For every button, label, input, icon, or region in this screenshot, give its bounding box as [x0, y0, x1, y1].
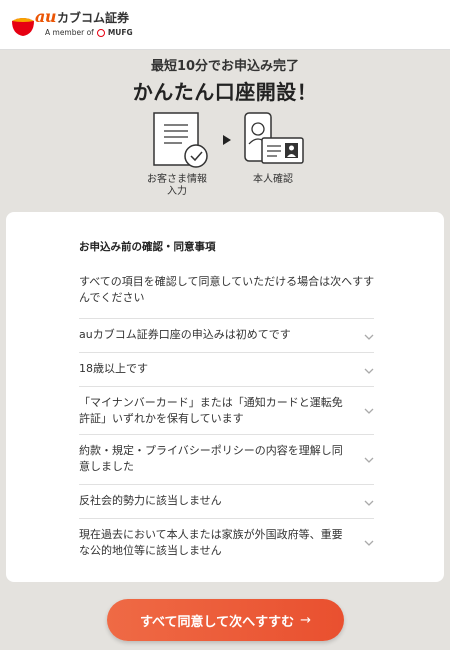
step-label-identity: 本人確認	[253, 174, 293, 185]
consent-item-foreign-pep[interactable]: 現在過去において本人または家族が外国政府等、重要な公的地位等に該当しません	[79, 518, 374, 567]
agree-all-next-button[interactable]: すべて同意して次へすすむ →	[107, 599, 344, 641]
chevron-down-icon	[364, 500, 374, 506]
member-of-mufg: A member of MUFG	[45, 28, 133, 37]
chevron-down-icon	[364, 408, 374, 414]
form-checklist-icon	[153, 112, 208, 168]
consent-item-first-application[interactable]: auカブコム証券口座の申込みは初めてです	[79, 318, 374, 353]
member-group: MUFG	[107, 28, 133, 37]
chevron-down-icon	[364, 368, 374, 374]
arrow-right-icon: →	[300, 612, 312, 628]
consent-title: お申込み前の確認・同意事項	[79, 241, 216, 253]
mufg-logo-icon	[96, 28, 105, 37]
hero-subtitle: 最短10分でお申込み完了	[150, 59, 300, 74]
brand-logo-icon[interactable]	[10, 12, 36, 38]
logo-au-text: au	[35, 7, 57, 26]
process-steps: お客さま情報 入力 本人確認	[0, 112, 450, 207]
logo-brand-name: カブコム証券	[57, 11, 130, 25]
consent-item-label: 現在過去において本人または家族が外国政府等、重要な公的地位等に該当しません	[79, 528, 343, 557]
consent-item-antisocial[interactable]: 反社会的勢力に該当しません	[79, 484, 374, 519]
consent-item-label: 約款・規定・プライバシーポリシーの内容を理解し同意しました	[79, 444, 343, 473]
cta-label: すべて同意して次へすすむ	[139, 614, 295, 630]
consent-item-label: 「マイナンバーカード」または「通知カードと運転免許証」いずれかを保有しています	[79, 396, 343, 425]
consent-item-label: 18歳以上です	[79, 362, 148, 375]
consent-item-terms-privacy[interactable]: 約款・規定・プライバシーポリシーの内容を理解し同意しました	[79, 434, 374, 485]
consent-card: お申込み前の確認・同意事項 すべての項目を確認して同意していただける場合は次へす…	[6, 212, 444, 582]
step-label-customer-info: お客さま情報 入力	[147, 174, 207, 197]
chevron-down-icon	[364, 457, 374, 463]
site-header: au カブコム証券 A member of MUFG	[0, 0, 450, 50]
page-title: かんたん口座開設！	[132, 80, 318, 104]
member-prefix: A member of	[45, 28, 94, 37]
consent-item-label: 反社会的勢力に該当しません	[79, 494, 222, 507]
id-card-person-icon	[244, 112, 304, 164]
chevron-down-icon	[364, 540, 374, 546]
chevron-down-icon	[364, 334, 374, 340]
consent-item-mynumber-card[interactable]: 「マイナンバーカード」または「通知カードと運転免許証」いずれかを保有しています	[79, 386, 374, 435]
consent-intro: すべての項目を確認して同意していただける場合は次へすすんでください	[79, 275, 375, 304]
step-arrow-icon	[223, 135, 231, 145]
consent-item-label: auカブコム証券口座の申込みは初めてです	[79, 328, 291, 341]
consent-item-age-18[interactable]: 18歳以上です	[79, 352, 374, 387]
